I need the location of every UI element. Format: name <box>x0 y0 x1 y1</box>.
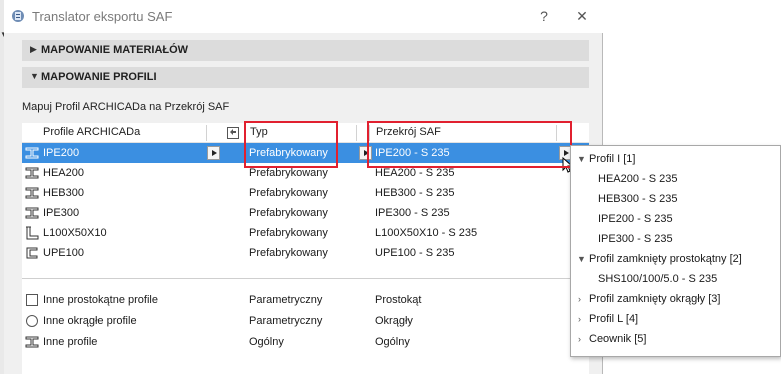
column-divider <box>206 125 207 141</box>
i-beam-icon <box>25 147 39 159</box>
saf-section: UPE100 - S 235 <box>375 247 455 259</box>
saf-section: Ogólny <box>375 336 410 348</box>
archicad-profile-name: UPE100 <box>43 247 84 259</box>
dropdown-item[interactable]: HEB300 - S 235 <box>598 193 678 205</box>
dropdown-group-profil-i[interactable]: Profil I [1] <box>589 153 635 165</box>
profile-type: Prefabrykowany <box>249 207 328 219</box>
saf-section: Okrągły <box>375 315 413 327</box>
chevron-down-icon[interactable]: ▼ <box>577 154 586 164</box>
archicad-profile-name: IPE200 <box>43 147 80 159</box>
saf-column-highlight <box>367 121 572 168</box>
translator-dialog: Translator eksportu SAF ? ✕ ▶ MAPOWANIE … <box>4 0 603 374</box>
i-beam-icon <box>25 187 39 199</box>
chevron-right-icon[interactable]: › <box>578 334 581 344</box>
profile-type: Prefabrykowany <box>249 227 328 239</box>
archicad-profile-name: IPE300 <box>43 207 80 219</box>
close-button[interactable]: ✕ <box>571 6 593 26</box>
archicad-profile-name: Inne okrągłe profile <box>43 315 137 327</box>
table-separator <box>22 278 589 279</box>
i-beam-icon <box>25 336 39 348</box>
expand-arrow-icon: ▶ <box>30 44 37 54</box>
rect-profile-icon <box>26 294 38 306</box>
section-profile-mapping[interactable]: ▼ MAPOWANIE PROFILI <box>22 67 589 88</box>
table-row[interactable]: L100X50X10 Prefabrykowany L100X50X10 - S… <box>22 223 589 243</box>
archicad-profile-name: Inne prostokątne profile <box>43 294 158 306</box>
saf-section: HEA200 - S 235 <box>375 167 455 179</box>
table-row[interactable]: Inne okrągłe profile Parametryczny Okrąg… <box>22 311 589 331</box>
chevron-right-icon[interactable]: › <box>578 314 581 324</box>
app-icon <box>12 10 24 22</box>
section-material-mapping[interactable]: ▶ MAPOWANIE MATERIAŁÓW <box>22 40 589 61</box>
table-row[interactable]: Inne profile Ogólny Ogólny <box>22 332 589 352</box>
channel-profile-icon <box>26 247 38 259</box>
dropdown-group-profil-l[interactable]: Profil L [4] <box>589 313 638 325</box>
section-title: MAPOWANIE PROFILI <box>41 71 157 83</box>
table-row[interactable]: Inne prostokątne profile Parametryczny P… <box>22 290 589 310</box>
table-row[interactable]: IPE300 Prefabrykowany IPE300 - S 235 <box>22 203 589 223</box>
dropdown-group-ceownik[interactable]: Ceownik [5] <box>589 333 646 345</box>
archicad-profile-name: HEA200 <box>43 167 84 179</box>
profile-type: Ogólny <box>249 336 284 348</box>
saf-section: HEB300 - S 235 <box>375 187 455 199</box>
profile-type: Prefabrykowany <box>249 247 328 259</box>
saf-section: L100X50X10 - S 235 <box>375 227 478 239</box>
i-beam-icon <box>25 207 39 219</box>
dropdown-item[interactable]: HEA200 - S 235 <box>598 173 678 185</box>
help-button[interactable]: ? <box>533 6 555 26</box>
archicad-profile-name: HEB300 <box>43 187 84 199</box>
profile-picker-button[interactable] <box>207 146 220 160</box>
circle-profile-icon <box>26 315 38 327</box>
collapse-arrow-icon: ▼ <box>30 71 39 81</box>
header-archicad-profile[interactable]: Profile ARCHICADa <box>43 126 140 138</box>
saf-section: Prostokąt <box>375 294 422 306</box>
dropdown-item[interactable]: SHS100/100/5.0 - S 235 <box>598 273 717 285</box>
i-beam-icon <box>25 167 39 179</box>
chevron-down-icon[interactable]: ▼ <box>577 254 586 264</box>
dropdown-group-round-hollow[interactable]: Profil zamknięty okrągły [3] <box>589 293 720 305</box>
profile-type: Prefabrykowany <box>249 167 328 179</box>
profile-preview-icon[interactable] <box>226 126 240 140</box>
table-row[interactable]: UPE100 Prefabrykowany UPE100 - S 235 <box>22 243 589 263</box>
title-bar: Translator eksportu SAF ? ✕ <box>4 0 603 33</box>
dropdown-item[interactable]: IPE300 - S 235 <box>598 233 673 245</box>
type-column-highlight <box>244 121 338 168</box>
profile-type: Prefabrykowany <box>249 187 328 199</box>
section-title: MAPOWANIE MATERIAŁÓW <box>41 44 189 56</box>
chevron-right-icon[interactable]: › <box>578 294 581 304</box>
mapping-description: Mapuj Profil ARCHICADa na Przekrój SAF <box>22 101 230 113</box>
window-title: Translator eksportu SAF <box>32 9 173 24</box>
column-divider <box>356 125 357 141</box>
profile-type: Parametryczny <box>249 315 323 327</box>
table-row[interactable]: HEB300 Prefabrykowany HEB300 - S 235 <box>22 183 589 203</box>
saf-section-dropdown: ▼ Profil I [1] HEA200 - S 235 HEB300 - S… <box>570 145 781 357</box>
dropdown-item[interactable]: IPE200 - S 235 <box>598 213 673 225</box>
angle-profile-icon <box>26 226 39 240</box>
profile-type: Parametryczny <box>249 294 323 306</box>
saf-section: IPE300 - S 235 <box>375 207 450 219</box>
dropdown-group-rect-hollow[interactable]: Profil zamknięty prostokątny [2] <box>589 253 742 265</box>
archicad-profile-name: L100X50X10 <box>43 227 107 239</box>
archicad-profile-name: Inne profile <box>43 336 98 348</box>
